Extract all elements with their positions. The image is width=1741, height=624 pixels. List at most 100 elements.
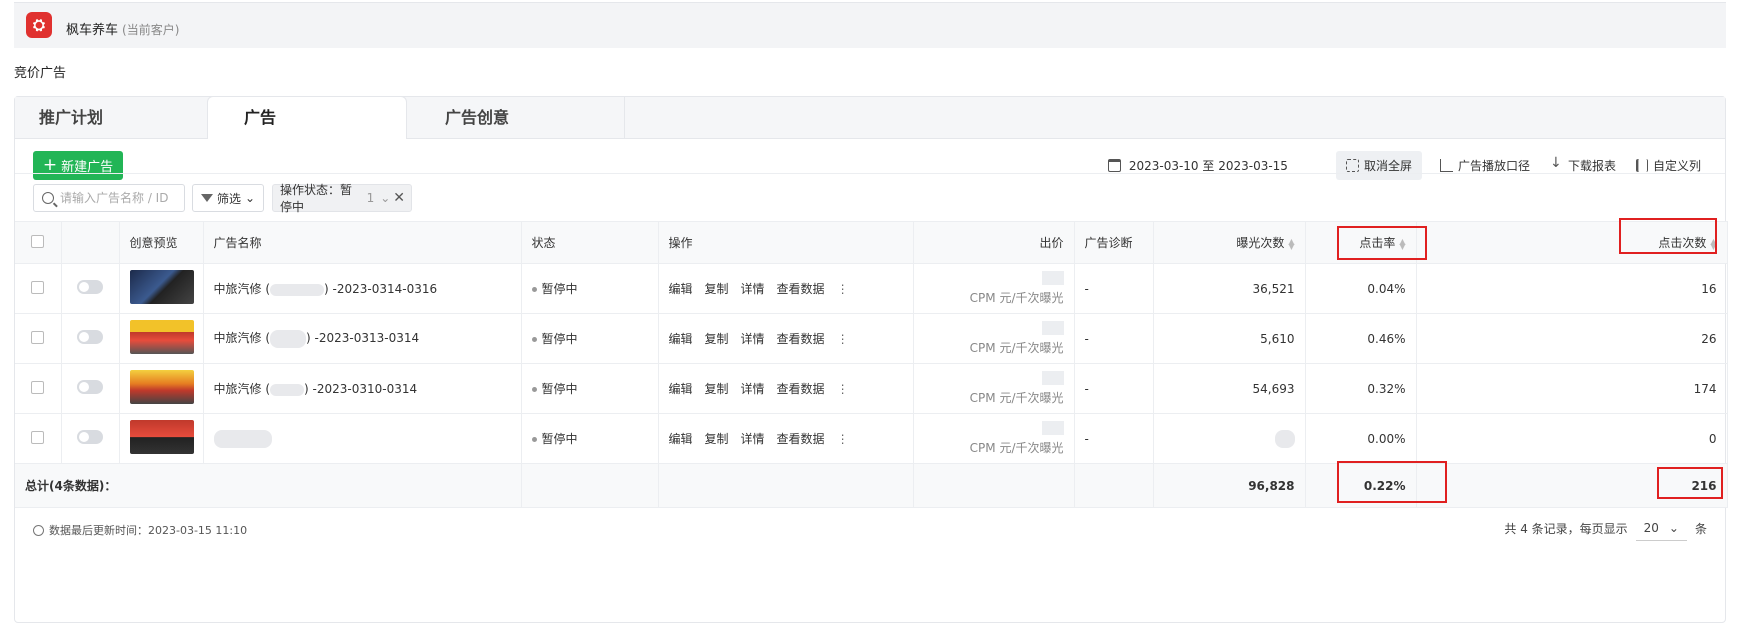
copy-link[interactable]: 复制 (705, 282, 729, 296)
table-row: 中旅汽修 () -2023-0310-0314 暂停中 编辑 复制 详情 查看数据 ⋮ … (15, 363, 1728, 414)
ads-panel: 推广计划 广告 广告创意 + 新建广告 2023-03-10 至 2023-03… (14, 96, 1728, 623)
download-icon (1550, 155, 1563, 172)
select-all-checkbox[interactable] (31, 234, 45, 248)
impressions-cell (1153, 413, 1306, 464)
bid-cell: CPM 元/千次曝光 (913, 413, 1075, 464)
actions-cell: 编辑 复制 详情 查看数据 ⋮ (658, 263, 914, 314)
sort-icon[interactable]: ▲ ▼ (1288, 237, 1294, 250)
redacted-block (270, 329, 306, 348)
status-toggle[interactable] (77, 280, 103, 294)
status-dot-icon (531, 337, 537, 342)
more-icon[interactable]: ⋮ (837, 432, 849, 446)
status-dot-icon (531, 387, 537, 392)
name-cell[interactable]: 中旅汽修 () -2023-0313-0314 (203, 313, 522, 364)
sort-icon[interactable]: ▲ ▼ (1710, 237, 1716, 250)
impressions-cell: 36,521 (1153, 263, 1306, 314)
switch-header (61, 221, 120, 264)
creative-thumbnail[interactable] (129, 370, 194, 404)
row-checkbox[interactable] (31, 330, 45, 344)
diagnosis-cell: - (1074, 263, 1154, 314)
name-cell[interactable] (203, 413, 522, 464)
switch-cell (61, 363, 120, 414)
edit-link[interactable]: 编辑 (669, 282, 693, 296)
search-input[interactable] (60, 191, 178, 205)
page-size-select[interactable]: 20 ⌄ (1635, 515, 1687, 541)
col-header-bid: 出价 (913, 221, 1075, 264)
last-updated: 数据最后更新时间：2023-03-15 11:10 (33, 522, 247, 538)
actions-cell: 编辑 复制 详情 查看数据 ⋮ (658, 313, 914, 364)
filter-button[interactable]: 筛选 ⌄ (192, 184, 264, 212)
col-header-ctr[interactable]: 点击率 ▲ ▼ (1305, 221, 1417, 264)
table-row: 中旅汽修 () -2023-0314-0316 暂停中 编辑 复制 详情 查看数据 ⋮ … (15, 263, 1728, 314)
copy-link[interactable]: 复制 (705, 382, 729, 396)
client-tag: (当前客户) (122, 23, 180, 37)
more-icon[interactable]: ⋮ (837, 382, 849, 396)
row-select-cell (15, 413, 62, 464)
more-icon[interactable]: ⋮ (837, 332, 849, 346)
bid-cell: CPM 元/千次曝光 (913, 263, 1075, 314)
actions-cell: 编辑 复制 详情 查看数据 ⋮ (658, 363, 914, 414)
row-checkbox[interactable] (31, 280, 45, 294)
clicks-cell: 0 (1416, 413, 1728, 464)
search-box[interactable] (33, 184, 185, 212)
detail-link[interactable]: 详情 (741, 282, 765, 296)
edit-link[interactable]: 编辑 (669, 432, 693, 446)
table-row: 暂停中 编辑 复制 详情 查看数据 ⋮ CPM 元/千次曝光 - 0.00% 0 (15, 413, 1728, 464)
view-data-link[interactable]: 查看数据 (777, 382, 825, 396)
sort-icon[interactable]: ▲ ▼ (1399, 237, 1405, 250)
col-header-clicks[interactable]: 点击次数 ▲ ▼ (1416, 221, 1728, 264)
view-data-link[interactable]: 查看数据 (777, 282, 825, 296)
bid-cell: CPM 元/千次曝光 (913, 313, 1075, 364)
pagination: 共 4 条记录，每页显示 20 ⌄ 条 (1504, 515, 1707, 541)
detail-link[interactable]: 详情 (741, 432, 765, 446)
tab-campaign[interactable]: 推广计划 (39, 97, 103, 139)
creative-thumbnail[interactable] (129, 420, 194, 454)
detail-link[interactable]: 详情 (741, 332, 765, 346)
row-select-cell (15, 313, 62, 364)
redacted-block (213, 429, 272, 448)
creative-thumbnail[interactable] (129, 270, 194, 304)
ctr-cell: 0.32% (1305, 363, 1417, 414)
redacted-block (1041, 421, 1064, 435)
name-cell[interactable]: 中旅汽修 () -2023-0310-0314 (203, 363, 522, 414)
row-checkbox[interactable] (31, 430, 45, 444)
impressions-cell: 5,610 (1153, 313, 1306, 364)
creative-thumbnail[interactable] (129, 320, 194, 354)
client-name[interactable]: 枫车养车 (当前客户) (66, 19, 179, 38)
switch-cell (61, 313, 120, 364)
copy-link[interactable]: 复制 (705, 332, 729, 346)
tab-creative[interactable]: 广告创意 (435, 97, 625, 139)
status-toggle[interactable] (77, 430, 103, 444)
date-range-picker[interactable]: 2023-03-10 至 2023-03-15 (1107, 157, 1288, 174)
funnel-icon (200, 194, 213, 202)
col-header-diagnosis: 广告诊断 (1074, 221, 1154, 264)
client-bar: ⛭ 枫车养车 (当前客户) (14, 2, 1726, 48)
copy-link[interactable]: 复制 (705, 432, 729, 446)
row-checkbox[interactable] (31, 380, 45, 394)
row-select-cell (15, 363, 62, 414)
view-data-link[interactable]: 查看数据 (777, 432, 825, 446)
status-toggle[interactable] (77, 380, 103, 394)
detail-link[interactable]: 详情 (741, 382, 765, 396)
col-header-impressions[interactable]: 曝光次数 ▲ ▼ (1153, 221, 1306, 264)
status-dot-icon (531, 287, 537, 292)
tab-bar: 推广计划 广告 广告创意 (15, 96, 1725, 139)
preview-cell (119, 263, 204, 314)
more-icon[interactable]: ⋮ (837, 282, 849, 296)
status-cell: 暂停中 (521, 413, 659, 464)
name-cell[interactable]: 中旅汽修 () -2023-0314-0316 (203, 263, 522, 314)
edit-link[interactable]: 编辑 (669, 332, 693, 346)
close-icon[interactable]: ✕ (393, 190, 405, 206)
total-row: 总计(4条数据)： 96,828 0.22% 216 (15, 463, 1728, 508)
brand-logo-icon: ⛭ (26, 12, 52, 38)
status-toggle[interactable] (77, 330, 103, 344)
redacted-block (1041, 321, 1064, 335)
filter-chip-status[interactable]: 操作状态：暂停中 1 ⌄ ✕ (272, 183, 412, 214)
view-data-link[interactable]: 查看数据 (777, 332, 825, 346)
col-header-actions: 操作 (658, 221, 914, 264)
edit-link[interactable]: 编辑 (669, 382, 693, 396)
clicks-cell: 26 (1416, 313, 1728, 364)
row-select-cell (15, 263, 62, 314)
tab-ads[interactable]: 广告 (207, 96, 407, 139)
fullscreen-icon (1345, 159, 1359, 172)
